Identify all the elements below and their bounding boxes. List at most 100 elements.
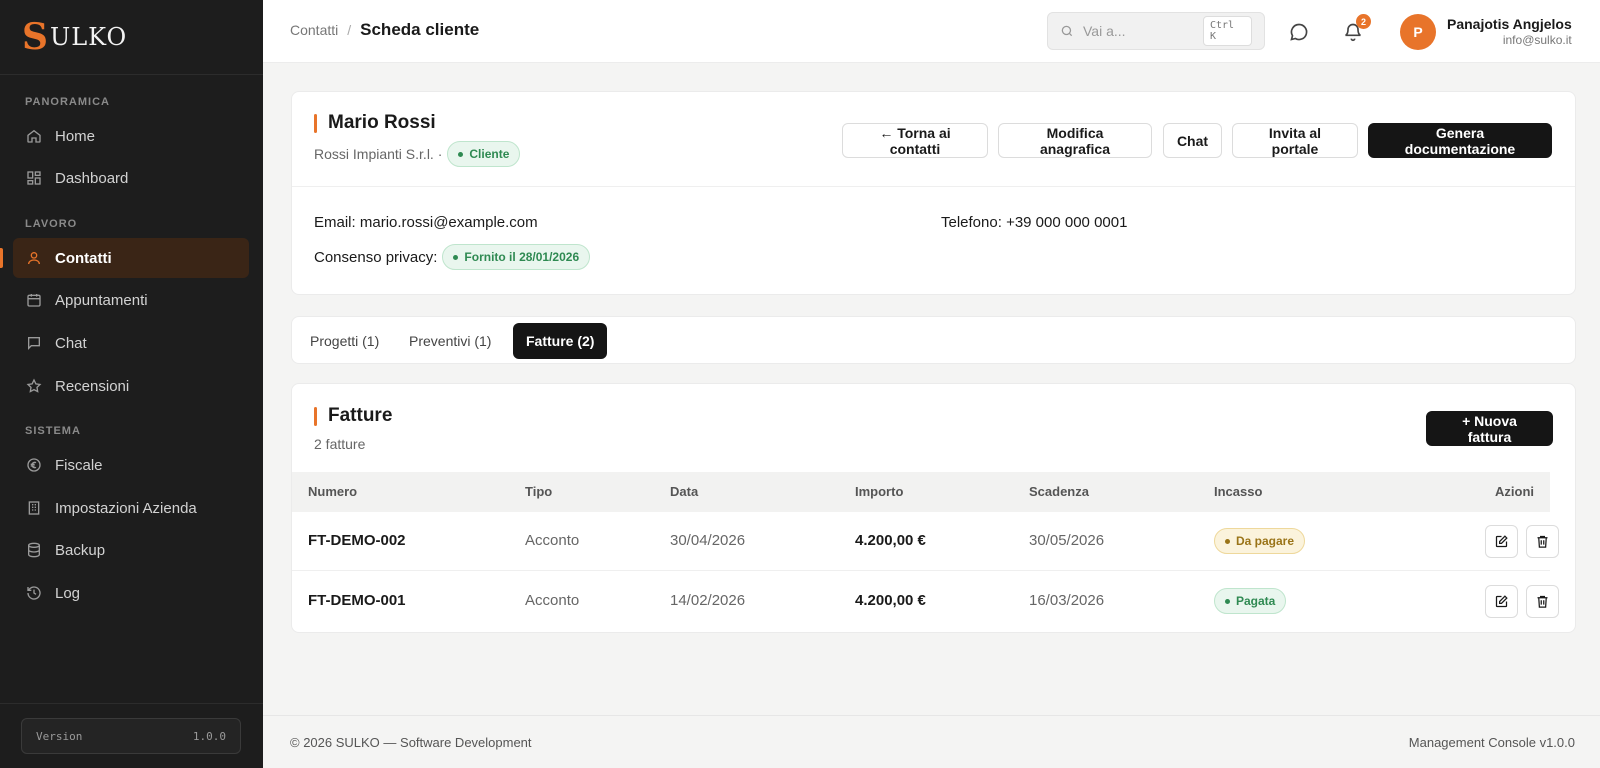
invoice-type: Acconto <box>525 532 580 549</box>
tab-fatture[interactable]: Fatture (2) <box>513 323 608 359</box>
status-badge: Pagata <box>1214 588 1287 614</box>
building-icon <box>25 499 43 517</box>
sidebar-item-label: Log <box>55 584 81 602</box>
privacy-badge: Fornito il 28/01/2026 <box>442 244 591 270</box>
delete-invoice-button[interactable] <box>1526 585 1559 618</box>
invoice-due-date: 16/03/2026 <box>1029 592 1105 609</box>
invoice-due-date: 30/05/2026 <box>1029 532 1105 549</box>
search-box[interactable]: Ctrl K <box>1047 12 1265 50</box>
topbar: Contatti / Scheda cliente Ctrl K 2 P Pan… <box>263 0 1600 63</box>
invoice-number[interactable]: FT-DEMO-001 <box>308 592 406 609</box>
sidebar-item-dashboard[interactable]: Dashboard <box>13 158 249 198</box>
footer-copyright: © 2026 SULKO — Software Development <box>290 735 532 750</box>
euro-icon <box>25 456 43 474</box>
sidebar-item-backup[interactable]: Backup <box>13 530 249 570</box>
database-icon <box>25 541 43 559</box>
phone-label: Telefono: <box>941 214 1002 231</box>
sidebar-item-chat[interactable]: Chat <box>13 323 249 363</box>
sidebar-item-appuntamenti[interactable]: Appuntamenti <box>13 280 249 320</box>
phone-value: +39 000 000 0001 <box>1006 214 1128 231</box>
col-azioni: Azioni <box>1495 484 1534 499</box>
edit-invoice-button[interactable] <box>1485 525 1518 558</box>
home-icon <box>25 127 43 145</box>
table-row: FT-DEMO-001 Acconto 14/02/2026 4.200,00 … <box>292 572 1559 631</box>
sidebar-item-label: Impostazioni Azienda <box>55 499 197 517</box>
chat-button[interactable]: Chat <box>1163 123 1222 158</box>
chat-bubble-icon <box>1289 22 1309 42</box>
sidebar-item-label: Recensioni <box>55 377 130 395</box>
sidebar-item-log[interactable]: Log <box>13 573 249 613</box>
col-numero: Numero <box>308 484 358 499</box>
invoice-amount: 4.200,00 € <box>855 592 926 609</box>
notifications-button[interactable]: 2 <box>1341 14 1371 44</box>
client-phone-line: Telefono: +39 000 000 0001 <box>941 214 1127 231</box>
search-shortcut: Ctrl K <box>1203 16 1252 46</box>
search-input[interactable] <box>1083 23 1203 39</box>
invoices-count: 2 fatture <box>314 436 366 452</box>
sidebar-item-label: Chat <box>55 334 87 352</box>
logo[interactable]: S ULKO <box>0 0 263 75</box>
invoice-number[interactable]: FT-DEMO-002 <box>308 532 406 549</box>
edit-icon <box>1494 534 1509 549</box>
trash-icon <box>1535 534 1550 549</box>
edit-icon <box>1494 594 1509 609</box>
user-info: Panajotis Angjelos info@sulko.it <box>1447 16 1572 47</box>
privacy-label: Consenso privacy: <box>314 248 438 266</box>
history-icon <box>25 584 43 602</box>
footer-version: Management Console v1.0.0 <box>1408 735 1575 750</box>
invite-portal-button[interactable]: Invita al portale <box>1232 123 1358 158</box>
status-badge: Da pagare <box>1214 528 1306 554</box>
col-scadenza: Scadenza <box>1029 484 1089 499</box>
sidebar-item-contatti[interactable]: Contatti <box>0 238 249 278</box>
sidebar-item-label: Dashboard <box>55 169 129 187</box>
status-badge: Cliente <box>447 141 521 167</box>
sidebar-item-fiscale[interactable]: Fiscale <box>13 445 249 485</box>
client-email-line: Email: mario.rossi@example.com <box>314 214 538 231</box>
breadcrumb: Contatti / Scheda cliente <box>290 20 479 40</box>
messages-button[interactable] <box>1287 20 1311 44</box>
generate-docs-button[interactable]: Genera documentazione <box>1368 123 1552 158</box>
star-icon <box>25 377 43 395</box>
sidebar-item-label: Home <box>55 127 96 145</box>
user-menu[interactable]: P Panajotis Angjelos info@sulko.it <box>1400 14 1572 50</box>
new-invoice-button[interactable]: + Nuova fattura <box>1426 411 1553 446</box>
chat-icon <box>25 334 43 352</box>
version-box: Version 1.0.0 <box>21 718 241 754</box>
sidebar-item-recensioni[interactable]: Recensioni <box>13 366 249 406</box>
col-incasso: Incasso <box>1214 484 1263 499</box>
tab-progetti[interactable]: Progetti (1) <box>297 323 392 359</box>
version-value: 1.0.0 <box>192 729 226 743</box>
breadcrumb-parent[interactable]: Contatti <box>290 22 338 38</box>
avatar: P <box>1400 14 1436 50</box>
edit-profile-button[interactable]: Modifica anagrafica <box>998 123 1152 158</box>
email-value: mario.rossi@example.com <box>359 214 538 231</box>
sidebar-item-label: Backup <box>55 541 106 559</box>
table-row: FT-DEMO-002 Acconto 30/04/2026 4.200,00 … <box>292 512 1559 571</box>
user-name: Panajotis Angjelos <box>1447 16 1572 33</box>
divider <box>292 186 1575 187</box>
delete-invoice-button[interactable] <box>1526 525 1559 558</box>
tab-preventivi[interactable]: Preventivi (1) <box>396 323 504 359</box>
sidebar-footer: Version 1.0.0 <box>0 703 263 768</box>
privacy-line: Consenso privacy: Fornito il 28/01/2026 <box>314 244 591 270</box>
notification-badge: 2 <box>1356 14 1371 29</box>
invoice-date: 14/02/2026 <box>670 592 746 609</box>
sidebar-item-label: Fiscale <box>55 456 103 474</box>
client-company: Rossi Impianti S.r.l. · <box>314 146 443 162</box>
user-email: info@sulko.it <box>1502 33 1572 48</box>
invoice-type: Acconto <box>525 592 580 609</box>
col-tipo: Tipo <box>525 484 553 499</box>
breadcrumb-separator: / <box>347 22 352 38</box>
nav-section-lavoro: LAVORO <box>25 218 78 230</box>
logo-text: ULKO <box>50 23 128 51</box>
back-to-contacts-button[interactable]: ← Torna ai contatti <box>842 123 988 158</box>
sidebar-item-home[interactable]: Home <box>13 116 249 156</box>
sidebar-item-impostazioni-azienda[interactable]: Impostazioni Azienda <box>13 488 249 528</box>
edit-invoice-button[interactable] <box>1485 585 1518 618</box>
invoice-date: 30/04/2026 <box>670 532 746 549</box>
table-header: Numero Tipo Data Importo Scadenza Incass… <box>292 472 1550 512</box>
invoice-amount: 4.200,00 € <box>855 532 926 549</box>
email-label: Email: <box>314 214 356 231</box>
sidebar-item-label: Contatti <box>55 249 112 267</box>
sidebar-item-label: Appuntamenti <box>55 291 148 309</box>
